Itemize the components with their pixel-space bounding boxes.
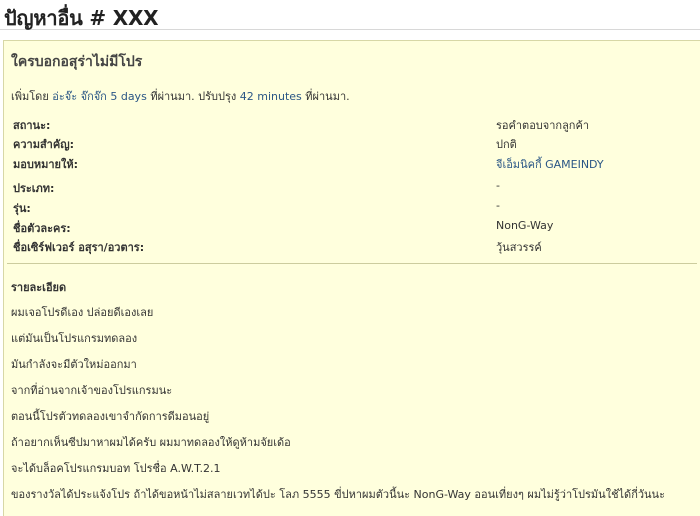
added-by-label: เพิ่มโดย [11, 90, 49, 103]
page-header: ปัญหาอื่น # XXX [0, 0, 700, 30]
description-line: จะได้บล็อคโปรแกรมบอท โปรชื่อ A.W.T.2.1 [11, 462, 221, 475]
description-line: ถ้าอยากเห็นซีปมาหาผมได้ครับ ผมมาทดลองให้… [11, 436, 291, 449]
attr-row-assignee: มอบหมายให้: จีเอ็มนิคกี้ GAMEINDY [13, 155, 693, 171]
attr-label-version: รุ่น: [13, 202, 31, 215]
issue-tracker-name: ปัญหาอื่น # [4, 6, 106, 30]
description-line: ของรางวัลได้ประแจ้งโปร ถ้าได้ขอหน้าไม่สล… [11, 488, 665, 501]
attr-label-assignee: มอบหมายให้: [13, 158, 78, 171]
attr-row-priority: ความสำคัญ: ปกติ [13, 135, 693, 151]
author-link[interactable]: อ่ะจ๊ะ จ๊กจ๊ก [52, 90, 107, 103]
attr-row-version: รุ่น: - [13, 199, 693, 215]
updated-time-link[interactable]: 42 minutes [240, 90, 302, 103]
description-line: ผมเจอโปรดีเอง ปล่อยดีเองเลย [11, 306, 154, 319]
attr-label-character: ชื่อตัวละคร: [13, 222, 71, 235]
attr-row-character: ชื่อตัวละคร: NonG-Way [13, 219, 693, 235]
updated-suffix: ที่ผ่านมา. [305, 90, 350, 103]
attr-label-server: ชื่อเซิร์ฟเวอร์ อสุรา/อวตาร: [13, 241, 145, 254]
description-heading: รายละเอียด [11, 281, 67, 294]
issue-subject: ใครบอกอสุร่าไม่มีโปร [11, 54, 143, 70]
attr-value-version: - [496, 199, 500, 212]
section-divider [7, 263, 697, 264]
created-time-link[interactable]: 5 days [110, 90, 146, 103]
attr-value-server: วุ้นสวรรค์ [496, 241, 542, 254]
attr-label-priority: ความสำคัญ: [13, 138, 74, 151]
attr-label-category: ประเภท: [13, 182, 55, 195]
description-line: จากที่อ่านจากเจ้าของโปรแกรมนะ [11, 384, 173, 397]
attr-value-priority: ปกติ [496, 138, 517, 151]
attr-value-category: - [496, 179, 500, 192]
attr-value-character: NonG-Way [496, 219, 554, 232]
description-line: มันกำลังจะมีตัวใหม่ออกมา [11, 358, 137, 371]
attr-value-status: รอคำตอบจากลูกค้า [496, 119, 590, 132]
attr-row-server: ชื่อเซิร์ฟเวอร์ อสุรา/อวตาร: วุ้นสวรรค์ [13, 238, 693, 254]
description-line: แต่มันเป็นโปรแกรมทดลอง [11, 332, 138, 345]
attr-row-category: ประเภท: - [13, 179, 693, 195]
issue-panel: ใครบอกอสุร่าไม่มีโปร เพิ่มโดย อ่ะจ๊ะ จ๊ก… [3, 40, 700, 516]
issue-id: XXX [112, 6, 159, 30]
description-line: ตอนนี้โปรตัวทดลองเขาจำกัดการดีมอนอยู่ [11, 410, 210, 423]
page-title: ปัญหาอื่น # XXX [4, 2, 159, 34]
attr-row-status: สถานะ: รอคำตอบจากลูกค้า [13, 116, 693, 132]
created-suffix: ที่ผ่านมา. ปรับปรุง [150, 90, 237, 103]
assignee-link[interactable]: จีเอ็มนิคกี้ GAMEINDY [496, 155, 604, 173]
attr-label-status: สถานะ: [13, 119, 51, 132]
issue-author-line: เพิ่มโดย อ่ะจ๊ะ จ๊กจ๊ก 5 days ที่ผ่านมา.… [11, 87, 350, 105]
